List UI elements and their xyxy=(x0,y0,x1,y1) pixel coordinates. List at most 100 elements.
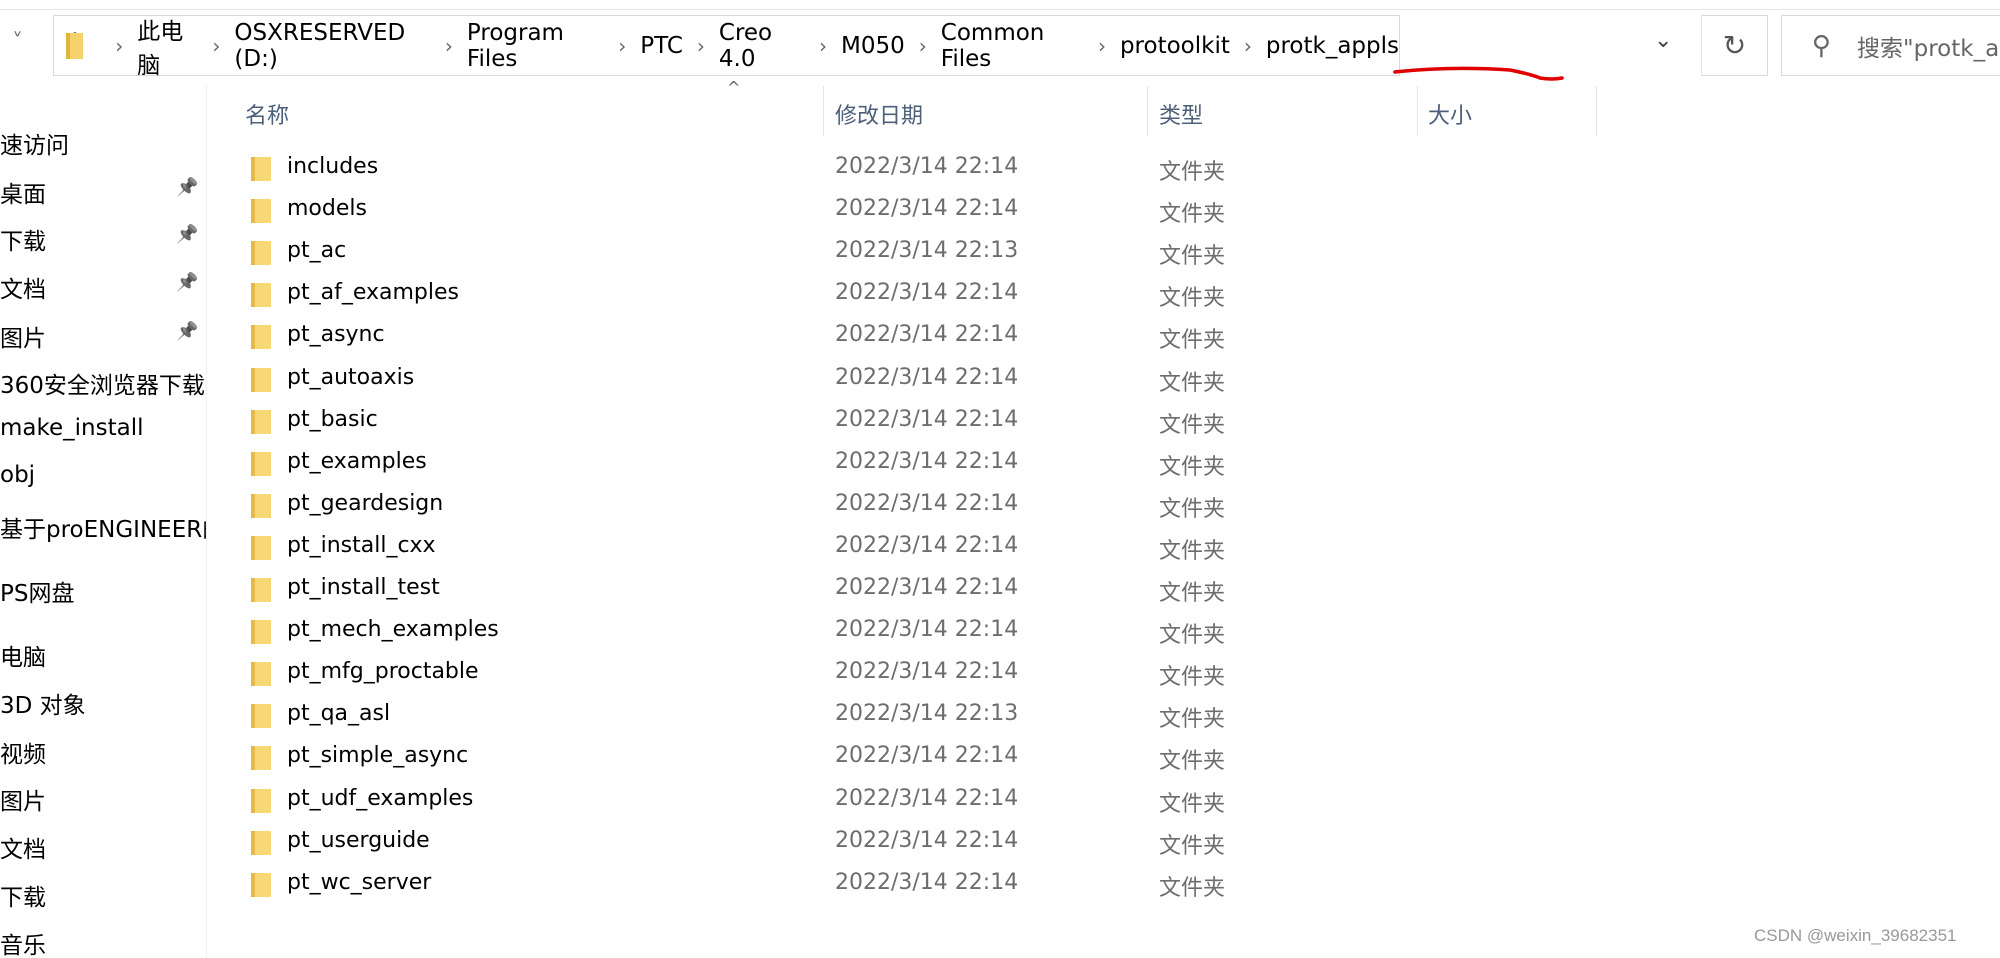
file-name: pt_userguide xyxy=(287,827,430,853)
file-row[interactable]: includes 2022/3/14 22:14 文件夹 xyxy=(207,148,1607,190)
file-row[interactable]: pt_examples 2022/3/14 22:14 文件夹 xyxy=(207,443,1607,485)
sidebar-item[interactable]: 下载 xyxy=(0,222,46,256)
file-type: 文件夹 xyxy=(1159,623,1226,649)
file-row[interactable]: pt_install_test 2022/3/14 22:14 文件夹 xyxy=(207,569,1607,611)
file-name: pt_af_examples xyxy=(287,280,459,306)
file-name: pt_autoaxis xyxy=(287,364,415,390)
file-row[interactable]: pt_mfg_proctable 2022/3/14 22:14 文件夹 xyxy=(207,653,1607,695)
sidebar-item[interactable]: 音乐 xyxy=(0,926,46,958)
pin-icon[interactable]: 📌 xyxy=(176,272,198,293)
sidebar-item[interactable]: 电脑 xyxy=(0,638,46,672)
file-row[interactable]: pt_autoaxis 2022/3/14 22:14 文件夹 xyxy=(207,359,1607,401)
file-name: pt_geardesign xyxy=(287,490,444,516)
sidebar-item[interactable]: 图片 xyxy=(0,319,46,353)
column-header-size[interactable]: 大小 xyxy=(1428,98,1472,130)
sidebar-item[interactable]: 360安全浏览器下载 xyxy=(0,366,205,400)
search-input[interactable]: ⚲ 搜索"protk_appls" xyxy=(1781,15,2000,76)
sidebar-item[interactable]: 文档 xyxy=(0,830,46,864)
address-dropdown-chevron-down-icon[interactable]: ⌄ xyxy=(1654,28,1672,53)
file-row[interactable]: models 2022/3/14 22:14 文件夹 xyxy=(207,190,1607,232)
file-date: 2022/3/14 22:14 xyxy=(835,659,1019,685)
folder-icon xyxy=(251,409,271,434)
file-type: 文件夹 xyxy=(1159,538,1226,564)
file-type: 文件夹 xyxy=(1159,833,1226,859)
breadcrumb-item[interactable]: protk_appls xyxy=(1266,33,1399,59)
breadcrumb-separator-chevron-icon[interactable]: › xyxy=(212,34,220,58)
file-row[interactable]: pt_basic 2022/3/14 22:14 文件夹 xyxy=(207,401,1607,443)
breadcrumb-separator-chevron-icon[interactable]: › xyxy=(445,34,453,58)
breadcrumb-item[interactable]: OSXRESERVED (D:) xyxy=(234,20,431,72)
file-type: 文件夹 xyxy=(1159,496,1226,522)
file-row[interactable]: pt_install_cxx 2022/3/14 22:14 文件夹 xyxy=(207,527,1607,569)
breadcrumb-separator-chevron-icon[interactable]: › xyxy=(697,34,705,58)
column-header-name[interactable]: 名称 xyxy=(245,98,289,130)
folder-icon xyxy=(251,283,271,308)
address-bar[interactable]: › 此电脑 › OSXRESERVED (D:) › Program Files › PTC ›… xyxy=(53,15,1400,79)
file-date: 2022/3/14 22:14 xyxy=(835,785,1019,811)
file-row[interactable]: pt_qa_asl 2022/3/14 22:13 文件夹 xyxy=(207,695,1607,737)
pin-icon[interactable]: 📌 xyxy=(176,224,198,245)
file-row[interactable]: pt_simple_async 2022/3/14 22:14 文件夹 xyxy=(207,737,1607,779)
file-type: 文件夹 xyxy=(1159,665,1226,691)
breadcrumb-item[interactable]: PTC xyxy=(640,33,683,59)
breadcrumb-separator-chevron-icon[interactable]: › xyxy=(618,34,626,58)
file-row[interactable]: pt_ac 2022/3/14 22:13 文件夹 xyxy=(207,232,1607,274)
sidebar-item[interactable]: obj xyxy=(0,462,35,488)
file-date: 2022/3/14 22:14 xyxy=(835,364,1019,390)
sidebar-item[interactable]: PS网盘 xyxy=(0,574,74,608)
file-row[interactable]: pt_geardesign 2022/3/14 22:14 文件夹 xyxy=(207,485,1607,527)
file-row[interactable]: pt_userguide 2022/3/14 22:14 文件夹 xyxy=(207,822,1607,864)
breadcrumb-item[interactable]: Common Files xyxy=(941,20,1084,72)
column-divider[interactable] xyxy=(823,86,824,136)
column-header-date[interactable]: 修改日期 xyxy=(835,98,923,130)
breadcrumb-separator-chevron-icon[interactable]: › xyxy=(1244,34,1252,58)
refresh-button[interactable]: ↻ xyxy=(1701,15,1768,76)
file-type: 文件夹 xyxy=(1159,328,1226,354)
file-name: pt_wc_server xyxy=(287,869,432,895)
sidebar-item[interactable]: make_install xyxy=(0,415,144,441)
breadcrumb-item[interactable]: protoolkit xyxy=(1120,33,1230,59)
pin-icon[interactable]: 📌 xyxy=(176,321,198,342)
sidebar-item[interactable]: 速访问 xyxy=(0,126,69,160)
pin-icon[interactable]: 📌 xyxy=(176,177,198,198)
column-divider[interactable] xyxy=(1147,86,1148,136)
column-divider[interactable] xyxy=(1417,86,1418,136)
file-date: 2022/3/14 22:13 xyxy=(835,238,1019,264)
column-divider[interactable] xyxy=(1596,86,1597,136)
breadcrumb-separator-chevron-icon[interactable]: › xyxy=(115,34,123,58)
sidebar-item[interactable]: 桌面 xyxy=(0,175,46,209)
file-row[interactable]: pt_udf_examples 2022/3/14 22:14 文件夹 xyxy=(207,780,1607,822)
file-date: 2022/3/14 22:14 xyxy=(835,827,1019,853)
file-type: 文件夹 xyxy=(1159,749,1226,775)
sidebar-item[interactable]: 视频 xyxy=(0,735,46,769)
sidebar-item[interactable]: 3D 对象 xyxy=(0,686,86,720)
breadcrumb-item[interactable]: 此电脑 xyxy=(137,12,198,80)
file-date: 2022/3/14 22:14 xyxy=(835,448,1019,474)
file-row[interactable]: pt_async 2022/3/14 22:14 文件夹 xyxy=(207,316,1607,358)
file-type: 文件夹 xyxy=(1159,581,1226,606)
sidebar-item[interactable]: 下载 xyxy=(0,878,46,912)
breadcrumb-separator-chevron-icon[interactable]: › xyxy=(819,34,827,58)
breadcrumb-separator-chevron-icon[interactable]: › xyxy=(919,34,927,58)
sidebar-item[interactable]: 图片 xyxy=(0,782,46,816)
sidebar-item[interactable]: 文档 xyxy=(0,270,46,304)
sidebar-item[interactable]: 基于proENGINEER的 xyxy=(0,510,206,544)
file-type: 文件夹 xyxy=(1159,454,1226,480)
breadcrumb-item[interactable]: Creo 4.0 xyxy=(719,20,805,72)
breadcrumb-item[interactable]: M050 xyxy=(841,33,905,59)
file-date: 2022/3/14 22:14 xyxy=(835,575,1019,600)
watermark: CSDN @weixin_39682351 xyxy=(1754,926,1957,945)
file-date: 2022/3/14 22:14 xyxy=(835,280,1019,306)
file-row[interactable]: pt_mech_examples 2022/3/14 22:14 文件夹 xyxy=(207,611,1607,653)
breadcrumb-separator-chevron-icon[interactable]: › xyxy=(1098,34,1106,58)
folder-icon xyxy=(251,367,271,392)
breadcrumb-item[interactable]: Program Files xyxy=(467,20,604,72)
folder-icon xyxy=(66,32,84,59)
recent-locations-chevron-down-icon[interactable]: ˅ xyxy=(12,30,23,55)
file-row[interactable]: pt_wc_server 2022/3/14 22:14 文件夹 xyxy=(207,864,1607,906)
file-date: 2022/3/14 22:14 xyxy=(835,154,1019,179)
folder-icon xyxy=(251,535,271,560)
column-header-type[interactable]: 类型 xyxy=(1159,98,1203,130)
file-type: 文件夹 xyxy=(1159,791,1226,817)
file-row[interactable]: pt_af_examples 2022/3/14 22:14 文件夹 xyxy=(207,274,1607,316)
